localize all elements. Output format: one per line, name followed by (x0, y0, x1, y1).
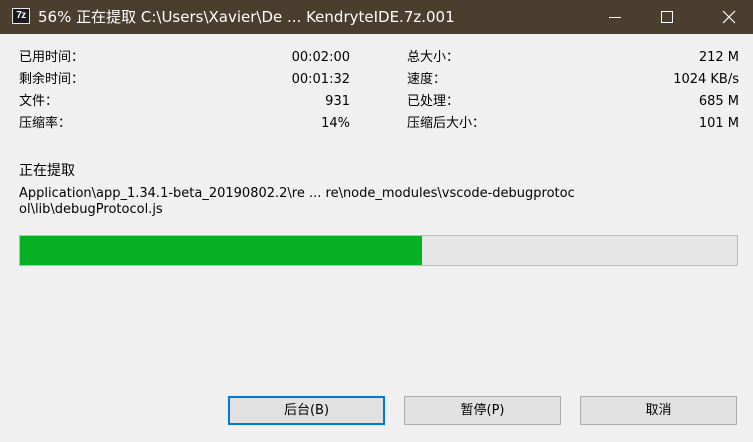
maximize-icon (661, 11, 673, 23)
speed-label: 速度： (407, 72, 447, 87)
processed-label: 已处理： (407, 94, 460, 109)
total-size-label: 总大小： (407, 50, 460, 65)
minimize-icon (609, 17, 621, 18)
window-title: 56% 正在提取 C:\Users\Xavier\De ... Kendryte… (38, 8, 455, 26)
elapsed-time-value: 00:02:00 (291, 50, 350, 65)
compressed-size-label: 压缩后大小： (407, 116, 486, 131)
processed-value: 685 M (698, 94, 739, 109)
files-label: 文件： (19, 94, 59, 109)
speed-value: 1024 KB/s (673, 72, 739, 87)
compression-ratio-label: 压缩率： (19, 116, 72, 131)
compression-ratio-value: 14% (321, 116, 350, 131)
background-button[interactable]: 后台(B) (228, 396, 385, 425)
current-file-path: Application\app_1.34.1-beta_20190802.2\r… (19, 186, 575, 217)
remaining-time-value: 00:01:32 (291, 72, 350, 87)
compressed-size-value: 101 M (698, 116, 739, 131)
total-size-value: 212 M (698, 50, 739, 65)
7zip-app-icon: 7z (12, 8, 30, 24)
minimize-button[interactable] (592, 0, 638, 34)
title-bar[interactable]: 7z 56% 正在提取 C:\Users\Xavier\De ... Kendr… (0, 0, 753, 34)
operation-title: 正在提取 (19, 163, 75, 179)
elapsed-time-label: 已用时间： (19, 50, 85, 65)
files-value: 931 (325, 94, 350, 109)
close-button[interactable] (706, 0, 752, 34)
pause-button[interactable]: 暂停(P) (404, 396, 561, 425)
remaining-time-label: 剩余时间： (19, 72, 85, 87)
close-icon (722, 10, 736, 24)
cancel-button[interactable]: 取消 (580, 396, 737, 425)
progress-bar (19, 235, 738, 266)
progress-bar-fill (20, 236, 422, 265)
maximize-button[interactable] (644, 0, 690, 34)
